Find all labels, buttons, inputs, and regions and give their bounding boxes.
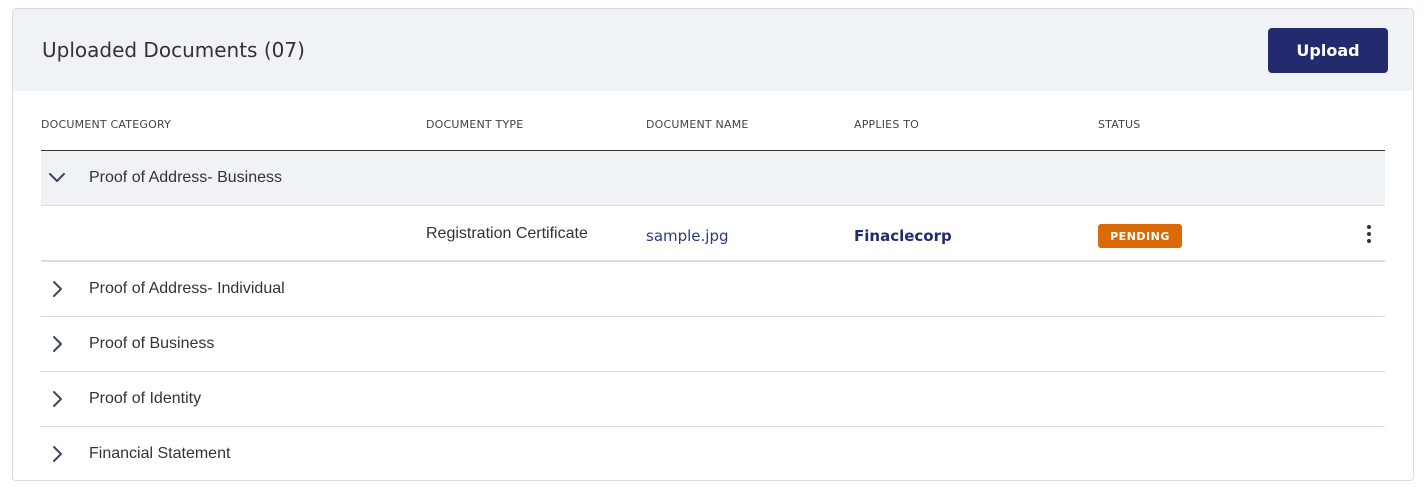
category-label: Proof of Address- Individual — [89, 280, 285, 297]
table-header: DOCUMENT CATEGORY DOCUMENT TYPE DOCUMENT… — [41, 91, 1385, 151]
documents-table: DOCUMENT CATEGORY DOCUMENT TYPE DOCUMENT… — [41, 91, 1385, 480]
document-name-link[interactable]: sample.jpg — [646, 227, 729, 245]
uploaded-documents-card: Uploaded Documents (07) Upload DOCUMENT … — [12, 8, 1414, 481]
applies-to: Finaclecorp — [854, 227, 952, 245]
category-row-proof-of-identity[interactable]: Proof of Identity — [41, 372, 1385, 427]
chevron-down-icon[interactable] — [47, 168, 67, 188]
category-label: Financial Statement — [89, 445, 231, 462]
column-header-type: DOCUMENT TYPE — [426, 118, 524, 131]
column-header-status: STATUS — [1098, 118, 1141, 131]
status-badge: PENDING — [1098, 224, 1182, 248]
category-row-proof-of-address-individual[interactable]: Proof of Address- Individual — [41, 262, 1385, 317]
category-row-proof-of-address-business[interactable]: Proof of Address- Business — [41, 151, 1385, 206]
category-row-financial-statement[interactable]: Financial Statement — [41, 427, 1385, 480]
page-title: Uploaded Documents (07) — [42, 38, 305, 62]
card-header: Uploaded Documents (07) Upload — [13, 9, 1413, 91]
chevron-right-icon[interactable] — [47, 334, 67, 354]
upload-button[interactable]: Upload — [1268, 27, 1388, 73]
document-type: Registration Certificate — [426, 225, 588, 242]
column-header-name: DOCUMENT NAME — [646, 118, 749, 131]
category-label: Proof of Address- Business — [89, 169, 282, 186]
category-label: Proof of Business — [89, 335, 215, 352]
category-row-proof-of-business[interactable]: Proof of Business — [41, 317, 1385, 372]
category-label: Proof of Identity — [89, 390, 202, 407]
chevron-right-icon[interactable] — [47, 279, 67, 299]
chevron-right-icon[interactable] — [47, 444, 67, 464]
column-header-category: DOCUMENT CATEGORY — [41, 118, 172, 131]
more-vertical-icon[interactable] — [1361, 223, 1377, 245]
chevron-right-icon[interactable] — [47, 389, 67, 409]
table-row: Registration Certificate sample.jpg Fina… — [41, 206, 1385, 262]
column-header-applies-to: APPLIES TO — [854, 118, 919, 131]
